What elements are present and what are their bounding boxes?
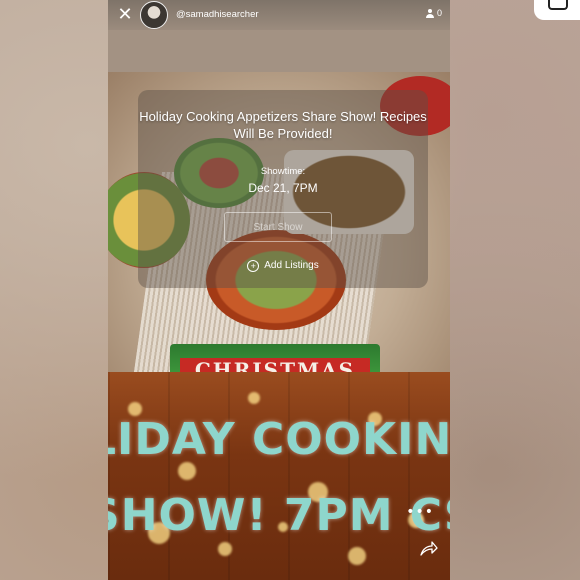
image-icon[interactable] — [548, 0, 568, 10]
showtime-value: Dec 21, 7PM — [248, 181, 318, 195]
add-listings-button[interactable]: + Add Listings — [138, 260, 428, 272]
bokeh-light — [218, 542, 232, 556]
viewer-count-value: 0 — [436, 8, 442, 18]
show-info-overlay: Holiday Cooking Appetizers Share Show! R… — [138, 90, 428, 288]
host-username[interactable]: @samadhisearcher — [176, 9, 259, 20]
avatar[interactable] — [140, 1, 168, 29]
person-icon — [425, 8, 434, 18]
plus-circle-icon: + — [247, 260, 260, 272]
cover-neon-text-line-2: SHOW! 7PM CST — [108, 490, 450, 541]
share-icon[interactable] — [420, 540, 438, 556]
show-title: Holiday Cooking Appetizers Share Show! R… — [139, 109, 427, 141]
showtime-label: Showtime: — [260, 166, 306, 177]
more-icon[interactable]: ••• — [406, 504, 434, 520]
start-show-button[interactable]: Start Show — [224, 212, 332, 242]
wood-background — [108, 372, 450, 580]
cover-neon-text-line-1: LIDAY COOKING S — [108, 414, 450, 465]
close-icon[interactable]: ✕ — [116, 6, 134, 24]
bokeh-light — [248, 392, 260, 404]
live-show-screen: CHRISTMAS LIDAY COOKING S SHOW! 7PM CST … — [108, 0, 450, 580]
viewer-count: 0 — [425, 8, 442, 18]
add-listings-label: Add Listings — [264, 260, 319, 271]
bokeh-light — [348, 547, 366, 565]
